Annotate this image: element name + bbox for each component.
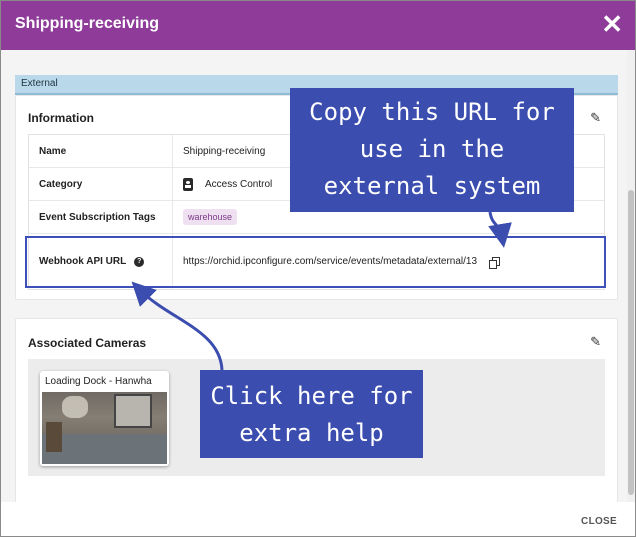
scrollbar-thumb[interactable] <box>628 190 634 495</box>
webhook-label-text: Webhook API URL <box>39 256 127 267</box>
dialog-titlebar: Shipping-receiving ✕ <box>1 1 635 50</box>
row-label-name: Name <box>29 135 173 167</box>
badge-icon <box>183 177 193 191</box>
callout-line: external system <box>323 172 541 200</box>
callout-line: Copy this URL for <box>309 98 555 126</box>
close-button[interactable]: CLOSE <box>581 516 617 527</box>
callout-line: Click here for <box>210 382 413 410</box>
camera-tile[interactable]: Loading Dock - Hanwha <box>40 371 169 466</box>
row-label-category: Category <box>29 168 173 200</box>
row-label-tags: Event Subscription Tags <box>29 201 173 233</box>
camera-name: Loading Dock - Hanwha <box>45 376 152 387</box>
scrollbar[interactable] <box>627 50 635 502</box>
dialog-title: Shipping-receiving <box>15 15 160 32</box>
annotation-callout-help: Click here for extra help <box>200 370 423 458</box>
copy-icon[interactable] <box>489 256 501 269</box>
category-text: Access Control <box>205 178 273 190</box>
close-icon[interactable]: ✕ <box>601 9 623 39</box>
edit-information-icon[interactable]: ✎ <box>590 110 601 126</box>
callout-line: use in the <box>359 135 505 163</box>
help-icon[interactable]: ? <box>134 256 145 267</box>
dialog-footer: CLOSE <box>1 502 635 536</box>
edit-cameras-icon[interactable]: ✎ <box>590 334 601 350</box>
table-row: Webhook API URL ? https://orchid.ipconfi… <box>29 234 604 289</box>
annotation-callout-copy: Copy this URL for use in the external sy… <box>290 88 574 212</box>
tag-chip: warehouse <box>183 209 238 225</box>
cameras-title: Associated Cameras <box>28 336 147 350</box>
row-value-webhook: https://orchid.ipconfigure.com/service/e… <box>173 256 604 269</box>
row-label-webhook: Webhook API URL ? <box>29 234 173 289</box>
camera-thumbnail <box>42 392 167 464</box>
information-title: Information <box>28 111 94 125</box>
webhook-url-text: https://orchid.ipconfigure.com/service/e… <box>183 256 478 267</box>
callout-line: extra help <box>239 419 384 447</box>
